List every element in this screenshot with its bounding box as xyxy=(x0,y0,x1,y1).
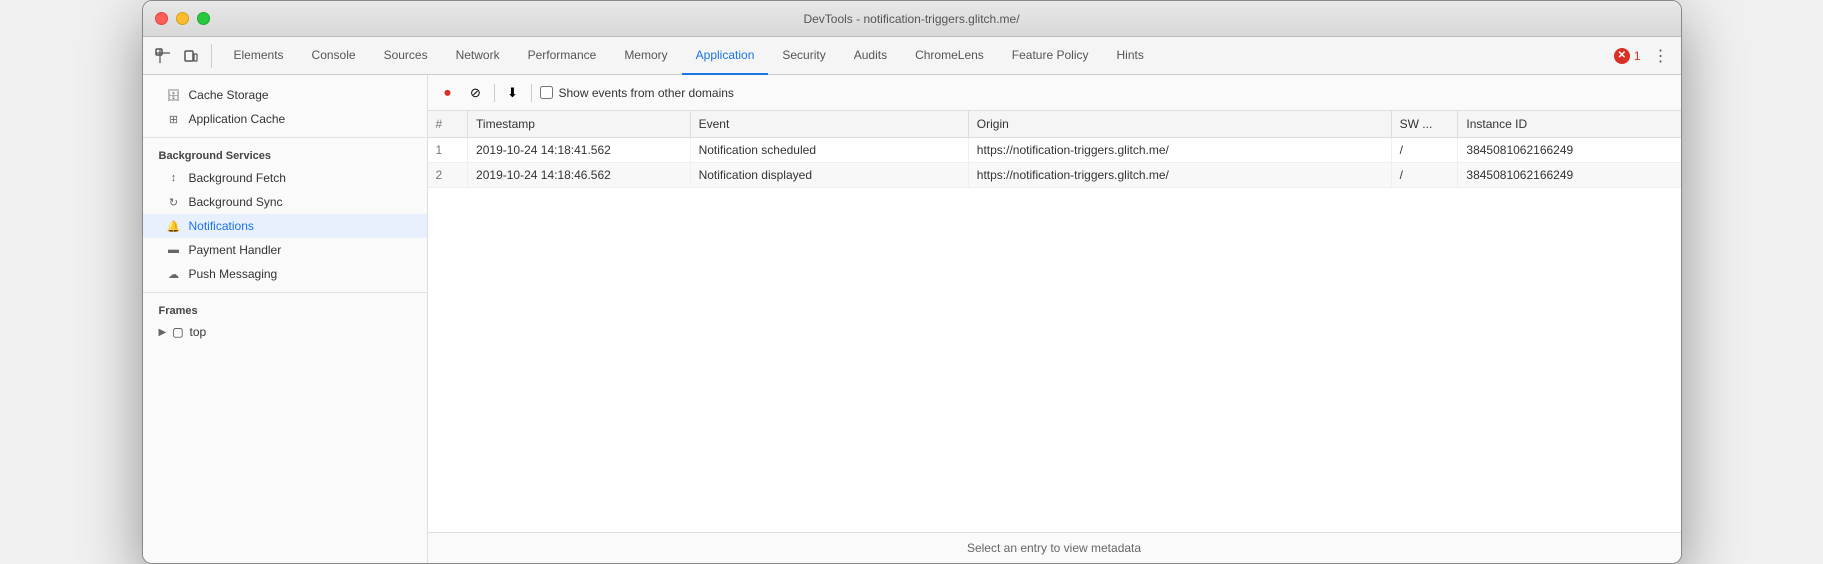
bg-services-label: Background Services xyxy=(143,144,427,166)
minimize-button[interactable] xyxy=(176,12,189,25)
traffic-lights xyxy=(155,12,210,25)
devtools-icon-group xyxy=(151,44,212,68)
sync-icon: ↻ xyxy=(167,195,181,209)
devtools-window: DevTools - notification-triggers.glitch.… xyxy=(142,0,1682,564)
col-header-event[interactable]: Event xyxy=(690,111,968,138)
sidebar-item-notifications[interactable]: 🔔 Notifications xyxy=(143,214,427,238)
cell-num: 2 xyxy=(428,163,468,188)
sidebar-item-application-cache[interactable]: ⊞ Application Cache xyxy=(143,107,427,131)
cell-event: Notification scheduled xyxy=(690,138,968,163)
cell-num: 1 xyxy=(428,138,468,163)
tab-hints[interactable]: Hints xyxy=(1103,38,1158,75)
notifications-table: # Timestamp Event Origin SW ... Instance… xyxy=(428,111,1681,532)
cell-timestamp: 2019-10-24 14:18:46.562 xyxy=(468,163,691,188)
cloud-icon: ☁ xyxy=(167,267,181,281)
cell-sw: / xyxy=(1391,138,1458,163)
title-bar: DevTools - notification-triggers.glitch.… xyxy=(143,1,1681,37)
col-header-timestamp[interactable]: Timestamp xyxy=(468,111,691,138)
show-events-checkbox[interactable] xyxy=(540,86,553,99)
metadata-bar: Select an entry to view metadata xyxy=(428,532,1681,563)
tab-audits[interactable]: Audits xyxy=(840,38,901,75)
tab-right-area: ✕ 1 ⋮ xyxy=(1614,44,1673,68)
cell-instance: 3845081062166249 xyxy=(1458,163,1681,188)
window-title: DevTools - notification-triggers.glitch.… xyxy=(803,12,1019,26)
database-icon: 🗄 xyxy=(167,88,181,102)
bell-icon: 🔔 xyxy=(167,219,181,233)
col-header-origin[interactable]: Origin xyxy=(968,111,1391,138)
table-header: # Timestamp Event Origin SW ... Instance… xyxy=(428,111,1681,138)
sidebar-item-cache-storage[interactable]: 🗄 Cache Storage xyxy=(143,83,427,107)
inspect-icon[interactable] xyxy=(151,44,175,68)
col-header-sw[interactable]: SW ... xyxy=(1391,111,1458,138)
cell-timestamp: 2019-10-24 14:18:41.562 xyxy=(468,138,691,163)
data-table: # Timestamp Event Origin SW ... Instance… xyxy=(428,111,1681,188)
toolbar-separator-2 xyxy=(531,84,532,102)
maximize-button[interactable] xyxy=(197,12,210,25)
sidebar-divider-1 xyxy=(143,137,427,138)
content-area: ⏺ ⊘ ⬇ Show events from other domains # T… xyxy=(428,75,1681,563)
table-body: 1 2019-10-24 14:18:41.562 Notification s… xyxy=(428,138,1681,188)
arrow-right-icon: ▶ xyxy=(159,327,167,338)
tab-feature-policy[interactable]: Feature Policy xyxy=(998,38,1103,75)
tab-memory[interactable]: Memory xyxy=(610,38,681,75)
tab-network[interactable]: Network xyxy=(442,38,514,75)
cell-origin: https://notification-triggers.glitch.me/ xyxy=(968,138,1391,163)
clear-button[interactable]: ⊘ xyxy=(466,83,486,103)
payment-icon: ▬ xyxy=(167,243,181,257)
cell-sw: / xyxy=(1391,163,1458,188)
table-row[interactable]: 2 2019-10-24 14:18:46.562 Notification d… xyxy=(428,163,1681,188)
tab-application[interactable]: Application xyxy=(682,38,769,75)
col-header-num: # xyxy=(428,111,468,138)
tab-elements[interactable]: Elements xyxy=(220,38,298,75)
tab-sources[interactable]: Sources xyxy=(370,38,442,75)
error-badge: ✕ 1 xyxy=(1614,48,1641,64)
tab-chromelens[interactable]: ChromeLens xyxy=(901,38,998,75)
sidebar-item-background-fetch[interactable]: ↕ Background Fetch xyxy=(143,166,427,190)
frames-label: Frames xyxy=(143,299,427,321)
sidebar-item-frames-top[interactable]: ▶ ▢ top xyxy=(143,321,427,343)
tab-list: Elements Console Sources Network Perform… xyxy=(220,37,1614,74)
show-events-label[interactable]: Show events from other domains xyxy=(540,86,734,100)
tab-console[interactable]: Console xyxy=(298,38,370,75)
record-button[interactable]: ⏺ xyxy=(438,83,458,103)
tab-performance[interactable]: Performance xyxy=(514,38,611,75)
sidebar: 🗄 Cache Storage ⊞ Application Cache Back… xyxy=(143,75,428,563)
sidebar-divider-2 xyxy=(143,292,427,293)
cell-instance: 3845081062166249 xyxy=(1458,138,1681,163)
col-header-instance[interactable]: Instance ID xyxy=(1458,111,1681,138)
cell-origin: https://notification-triggers.glitch.me/ xyxy=(968,163,1391,188)
fetch-icon: ↕ xyxy=(167,171,181,185)
grid-icon: ⊞ xyxy=(167,112,181,126)
main-area: 🗄 Cache Storage ⊞ Application Cache Back… xyxy=(143,75,1681,563)
device-toggle-icon[interactable] xyxy=(179,44,203,68)
toolbar: ⏺ ⊘ ⬇ Show events from other domains xyxy=(428,75,1681,111)
save-button[interactable]: ⬇ xyxy=(503,83,523,103)
sidebar-item-payment-handler[interactable]: ▬ Payment Handler xyxy=(143,238,427,262)
tab-security[interactable]: Security xyxy=(768,38,839,75)
devtools-tab-bar: Elements Console Sources Network Perform… xyxy=(143,37,1681,75)
close-button[interactable] xyxy=(155,12,168,25)
folder-icon: ▢ xyxy=(172,325,183,339)
sidebar-item-background-sync[interactable]: ↻ Background Sync xyxy=(143,190,427,214)
cell-event: Notification displayed xyxy=(690,163,968,188)
error-icon: ✕ xyxy=(1614,48,1630,64)
table-row[interactable]: 1 2019-10-24 14:18:41.562 Notification s… xyxy=(428,138,1681,163)
toolbar-separator xyxy=(494,84,495,102)
sidebar-item-push-messaging[interactable]: ☁ Push Messaging xyxy=(143,262,427,286)
more-options-button[interactable]: ⋮ xyxy=(1649,44,1673,68)
